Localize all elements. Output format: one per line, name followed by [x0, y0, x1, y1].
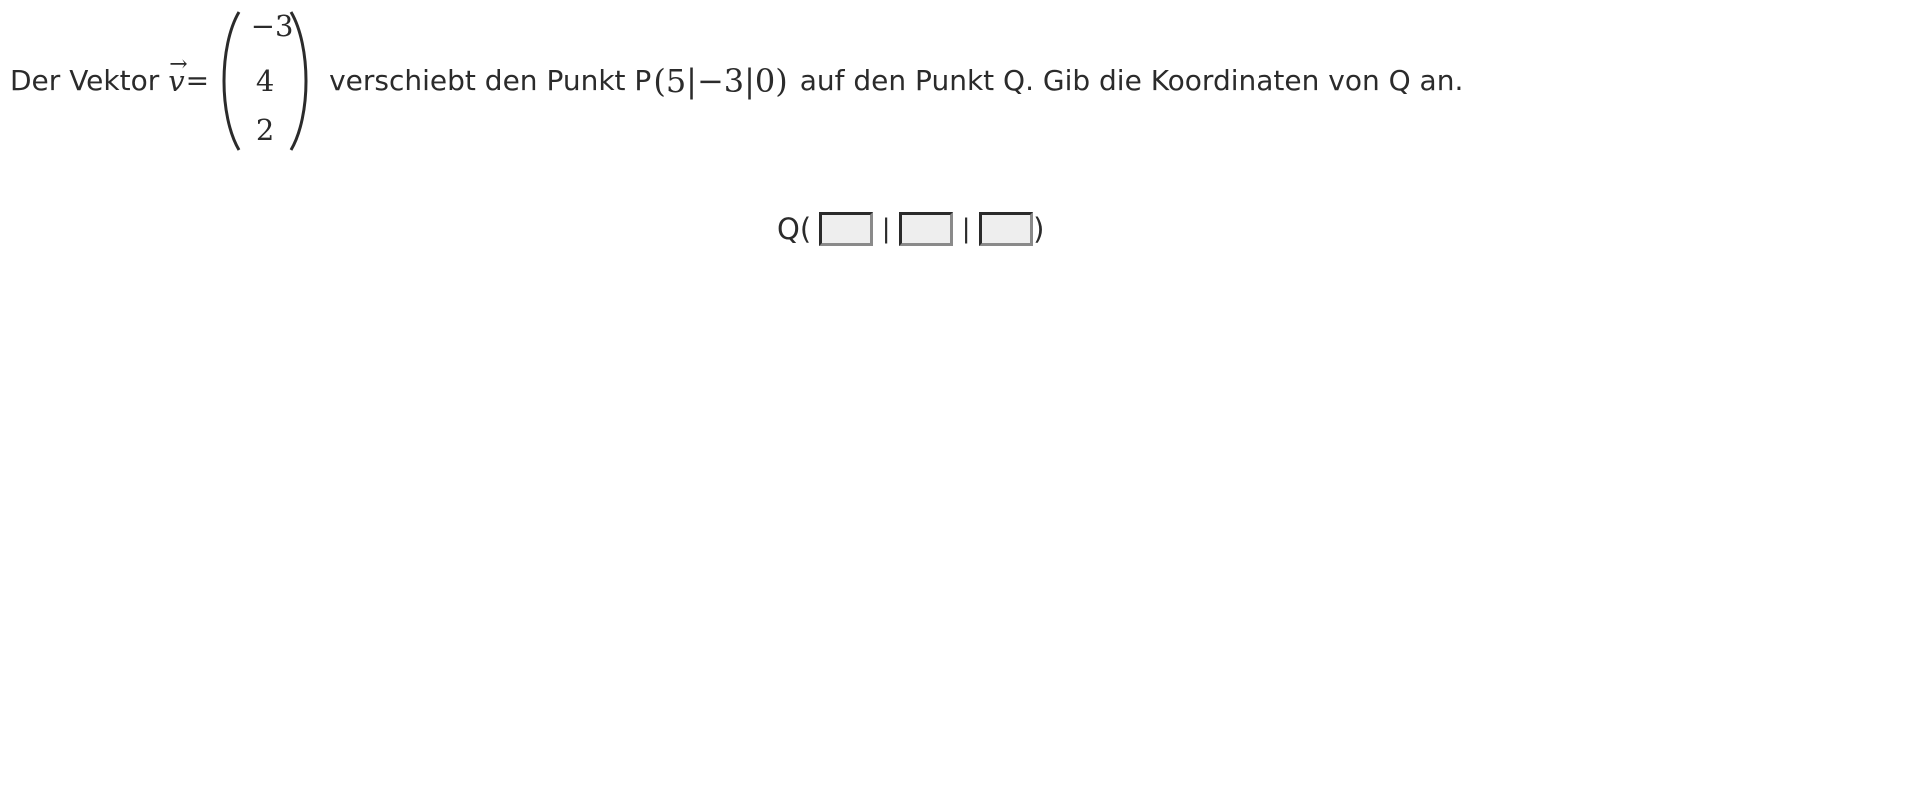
point-p-coordinates: (5|−3|0)	[653, 62, 788, 100]
task-text-point: verschiebt den Punkt P	[329, 64, 652, 97]
vector-component-y: 4	[255, 64, 275, 98]
task-statement: Der Vektor v → = −3 4 2 verschiebt den P…	[10, 6, 1463, 156]
task-text-intro: Der Vektor	[10, 64, 160, 97]
vector-component-z: 2	[255, 113, 275, 147]
answer-suffix: )	[1033, 211, 1045, 246]
task-text-question: auf den Punkt Q. Gib die Koordinaten von…	[799, 64, 1464, 97]
answer-prefix: Q(	[777, 211, 812, 246]
exercise-page: Der Vektor v → = −3 4 2 verschiebt den P…	[0, 0, 1920, 810]
equals-sign: =	[185, 64, 210, 97]
answer-row: Q( | | )	[777, 212, 1044, 246]
coordinate-z-input[interactable]	[979, 212, 1034, 246]
vector-arrow-icon: →	[169, 51, 188, 77]
coordinate-y-input[interactable]	[899, 212, 954, 246]
coordinate-separator: |	[961, 214, 971, 244]
coordinate-x-input[interactable]	[819, 212, 874, 246]
vector-component-x: −3	[250, 9, 294, 43]
coordinate-separator: |	[881, 214, 891, 244]
vector-symbol: v →	[168, 53, 187, 96]
column-vector: −3 4 2	[217, 6, 313, 156]
